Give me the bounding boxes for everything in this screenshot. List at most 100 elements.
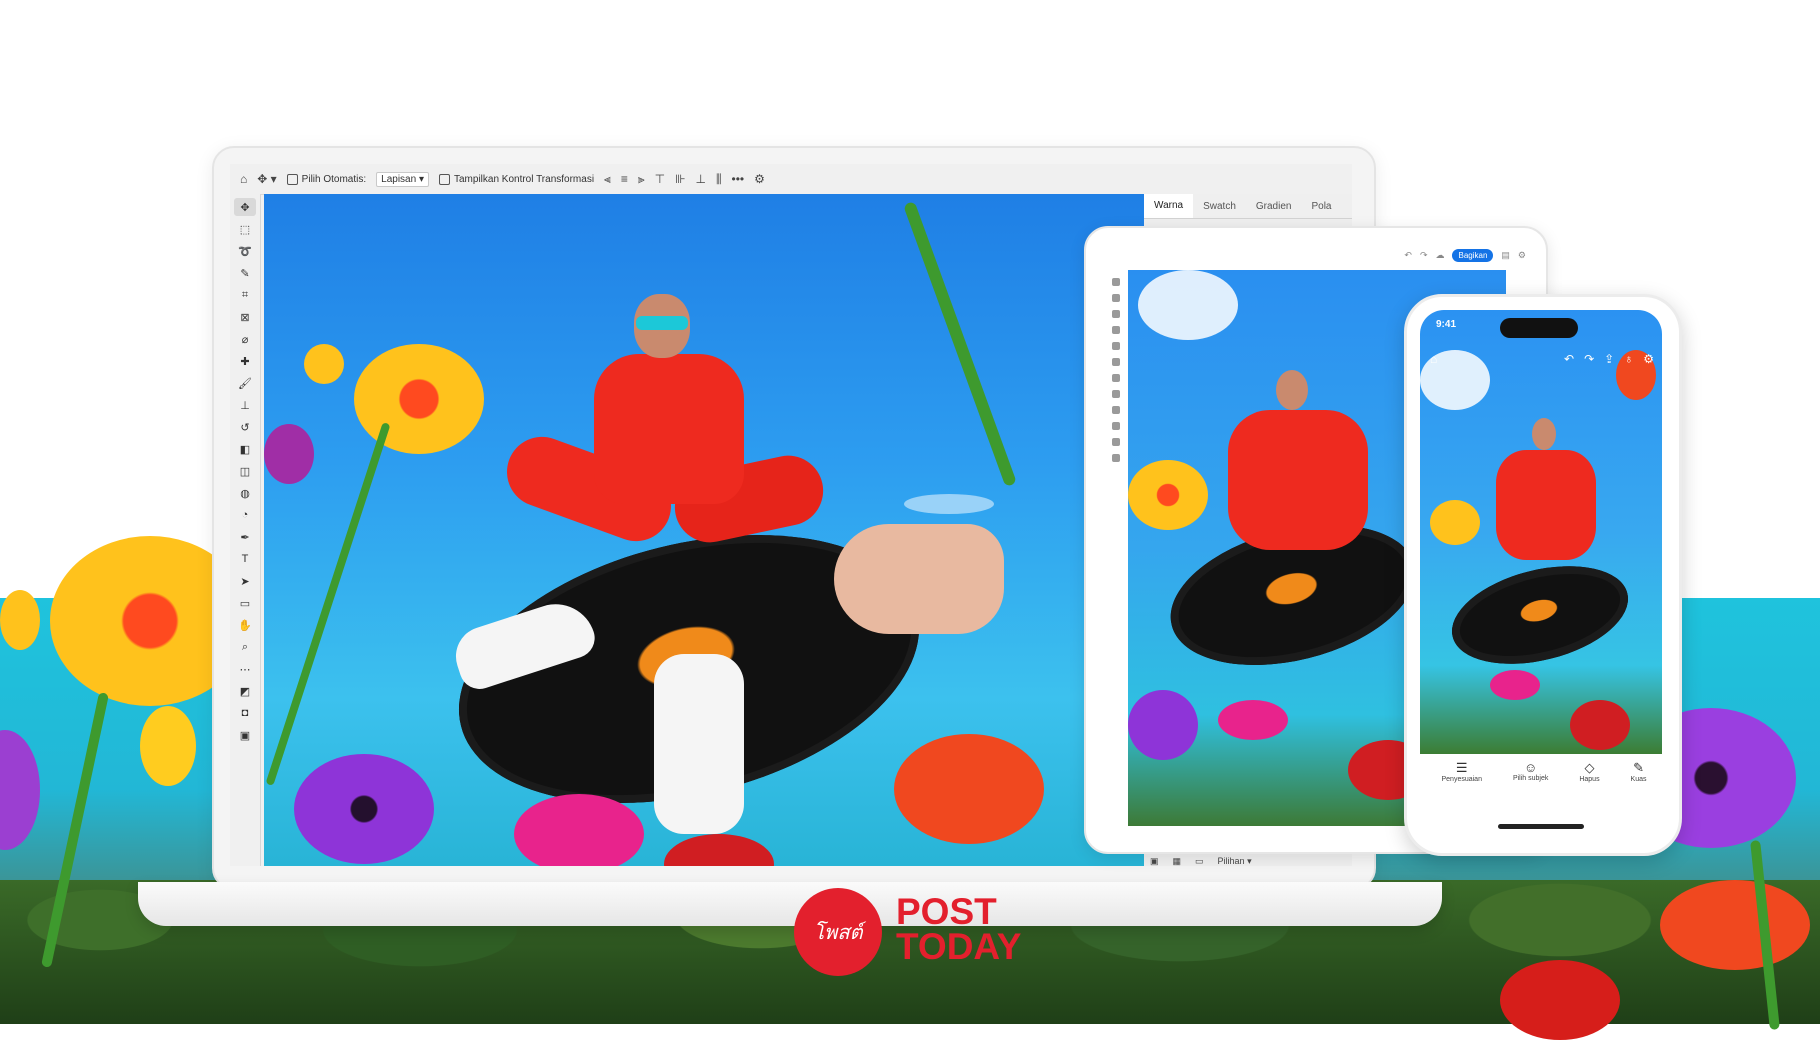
tool-icon[interactable] [1112, 438, 1120, 446]
tool-icon[interactable] [1112, 422, 1120, 430]
shape-tool-icon[interactable]: ▭ [234, 594, 256, 612]
dodge-tool-icon[interactable]: ◔ [234, 506, 256, 524]
tab-swatches[interactable]: Swatch [1193, 201, 1246, 212]
lasso-tool-icon[interactable]: ➰ [234, 242, 256, 260]
history-brush-icon[interactable]: ↺ [234, 418, 256, 436]
sliders-icon: ☰ [1455, 760, 1468, 775]
tool-icon[interactable] [1112, 374, 1120, 382]
settings-gear-icon[interactable]: ⚙ [1643, 352, 1654, 366]
tips-lightbulb-icon[interactable]: ♁ [1624, 352, 1633, 366]
tool-icon[interactable] [1112, 454, 1120, 462]
logo-line-post: POST [896, 891, 997, 932]
pen-tool-icon[interactable]: ✒ [234, 528, 256, 546]
marquee-tool-icon[interactable]: ⬚ [234, 220, 256, 238]
blur-tool-icon[interactable]: ◍ [234, 484, 256, 502]
text-tool-icon[interactable]: T [234, 550, 256, 568]
tool-icon[interactable] [1112, 326, 1120, 334]
layer-thumb-icon[interactable]: ▣ [1150, 856, 1159, 867]
path-select-tool-icon[interactable]: ➤ [234, 572, 256, 590]
tool-icon[interactable] [1112, 342, 1120, 350]
phone-home-indicator [1498, 824, 1584, 829]
gradient-tool-icon[interactable]: ◫ [234, 462, 256, 480]
tab-color[interactable]: Warna [1144, 194, 1194, 218]
quick-select-tool-icon[interactable]: ✎ [234, 264, 256, 282]
transform-controls-checkbox[interactable]: Tampilkan Kontrol Transformasi [438, 173, 594, 185]
crop-tool-icon[interactable]: ⌗ [234, 286, 256, 304]
phone-toolbar: ⌂ ↶ ↷ ⇪ ♁ ⚙ [1430, 348, 1654, 370]
red-flower-bottom [1500, 960, 1620, 1040]
more-tools-icon[interactable]: ⋯ [234, 660, 256, 678]
undo-icon[interactable]: ↶ [1564, 352, 1574, 366]
posttoday-logo-mark: โพสต์ [794, 888, 882, 976]
align-left-icon[interactable]: ⫷ [604, 172, 611, 187]
person-sunglasses [636, 316, 688, 330]
phone-canvas[interactable] [1420, 310, 1662, 754]
move-tool-icon[interactable]: ✥ ▾ [257, 172, 276, 186]
tool-icon[interactable] [1112, 390, 1120, 398]
redo-icon[interactable]: ↷ [1420, 250, 1428, 261]
settings-gear-icon[interactable]: ⚙ [1518, 250, 1526, 261]
tab-gradients[interactable]: Gradien [1246, 201, 1302, 212]
stamp-tool-icon[interactable]: ⊥ [234, 396, 256, 414]
cloud-icon[interactable]: ☁ [1435, 250, 1444, 261]
color-swatches-icon[interactable]: ◩ [234, 682, 256, 700]
home-icon[interactable]: ⌂ [240, 172, 247, 186]
move-tool-icon[interactable]: ✥ [234, 198, 256, 216]
align-top-icon[interactable]: ⊤ [655, 172, 665, 186]
eyedropper-tool-icon[interactable]: ⌀ [234, 330, 256, 348]
green-stem [903, 200, 1017, 488]
phone-status-time: 9:41 [1436, 319, 1457, 330]
tool-icon[interactable] [1112, 406, 1120, 414]
checkbox-icon [286, 173, 298, 185]
quick-mask-icon[interactable]: ◘ [234, 704, 256, 722]
healing-tool-icon[interactable]: ✚ [234, 352, 256, 370]
select-subject-label: Pilih subjek [1512, 775, 1549, 782]
screen-mode-icon[interactable]: ▣ [234, 726, 256, 744]
settings-gear-icon[interactable]: ⚙ [754, 172, 765, 186]
share-icon[interactable]: ⇪ [1604, 352, 1614, 366]
remove-button[interactable]: ◇ Hapus [1579, 760, 1599, 804]
layer-select-dropdown[interactable]: Lapisan ▾ [376, 171, 429, 187]
grid-icon[interactable]: ▦ [1173, 856, 1182, 867]
zoom-value: Pilihan [1217, 855, 1245, 866]
brush-icon: ✎ [1633, 760, 1644, 775]
tab-patterns[interactable]: Pola [1301, 201, 1341, 212]
person-torso [594, 354, 744, 504]
person-select-icon: ☺ [1524, 760, 1538, 775]
brush-button[interactable]: ✎ Kuas [1631, 760, 1647, 804]
align-bottom-icon[interactable]: ⊥ [696, 172, 706, 186]
phone-dynamic-island [1500, 318, 1578, 338]
person-shoe [654, 654, 744, 834]
undo-icon[interactable]: ↶ [1404, 250, 1412, 261]
frame-tool-icon[interactable]: ⊠ [234, 308, 256, 326]
zoom-select[interactable]: Pilihan ▾ [1218, 856, 1252, 867]
home-icon[interactable]: ⌂ [1430, 352, 1437, 366]
layers-icon[interactable]: ▤ [1501, 250, 1510, 261]
person-torso [1228, 410, 1368, 550]
hand-tool-icon[interactable]: ✋ [234, 616, 256, 634]
select-subject-button[interactable]: ☺ Pilih subjek [1513, 760, 1548, 804]
adjustments-button[interactable]: ☰ Penyesuaian [1441, 760, 1481, 804]
document-canvas[interactable] [264, 194, 1144, 866]
tool-icon[interactable] [1112, 278, 1120, 286]
hand [834, 524, 1004, 634]
frame-icon[interactable]: ▭ [1195, 856, 1204, 867]
tool-icon[interactable] [1112, 294, 1120, 302]
align-center-icon[interactable]: ≡ [621, 172, 628, 186]
redo-icon[interactable]: ↷ [1584, 352, 1594, 366]
more-options-button[interactable]: ••• [732, 172, 745, 186]
vinyl-record [1441, 549, 1639, 681]
tool-icon[interactable] [1112, 358, 1120, 366]
posttoday-logo-text: POST TODAY [896, 891, 1021, 965]
distribute-icon[interactable]: ⊪ [675, 172, 685, 186]
auto-select-checkbox[interactable]: Pilih Otomatis: [286, 173, 366, 185]
zoom-tool-icon[interactable]: ⌕ [234, 638, 256, 656]
share-button[interactable]: Bagikan [1452, 248, 1494, 262]
align-right-icon[interactable]: ⫸ [638, 172, 645, 187]
tool-icon[interactable] [1112, 310, 1120, 318]
eraser-tool-icon[interactable]: ◧ [234, 440, 256, 458]
brush-tool-icon[interactable]: 🖌 [234, 374, 256, 392]
distribute-vertical-icon[interactable]: ⫼ [716, 172, 722, 187]
eraser-icon: ◇ [1584, 760, 1595, 775]
chevron-down-icon: ▾ [418, 173, 424, 185]
